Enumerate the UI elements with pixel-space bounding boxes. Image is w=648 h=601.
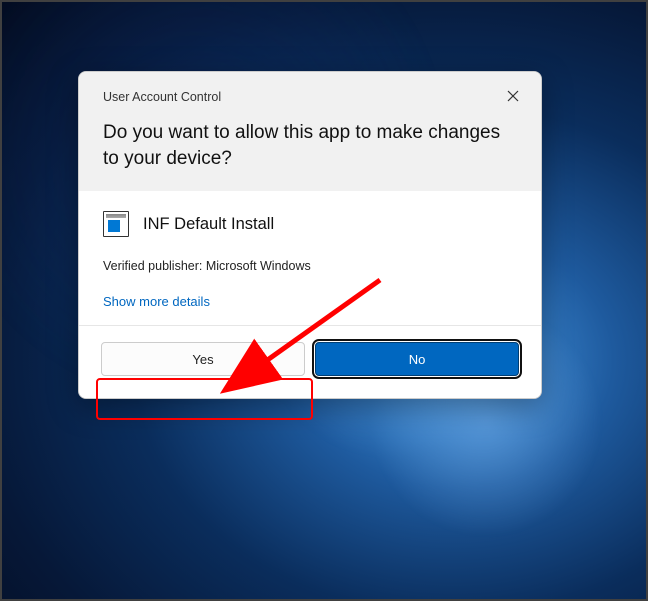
dialog-footer: Yes No xyxy=(79,325,541,398)
dialog-header: User Account Control Do you want to allo… xyxy=(79,72,541,191)
no-button[interactable]: No xyxy=(315,342,519,376)
uac-dialog: User Account Control Do you want to allo… xyxy=(78,71,542,399)
close-button[interactable] xyxy=(499,82,527,110)
app-info-row: INF Default Install xyxy=(103,211,517,237)
show-more-details-link[interactable]: Show more details xyxy=(103,294,210,309)
app-icon xyxy=(103,211,129,237)
publisher-info: Verified publisher: Microsoft Windows xyxy=(103,259,517,273)
close-icon xyxy=(507,90,519,102)
dialog-question: Do you want to allow this app to make ch… xyxy=(103,120,517,171)
dialog-title: User Account Control xyxy=(103,90,517,104)
dialog-body: INF Default Install Verified publisher: … xyxy=(79,191,541,325)
app-name: INF Default Install xyxy=(143,215,274,234)
yes-button[interactable]: Yes xyxy=(101,342,305,376)
